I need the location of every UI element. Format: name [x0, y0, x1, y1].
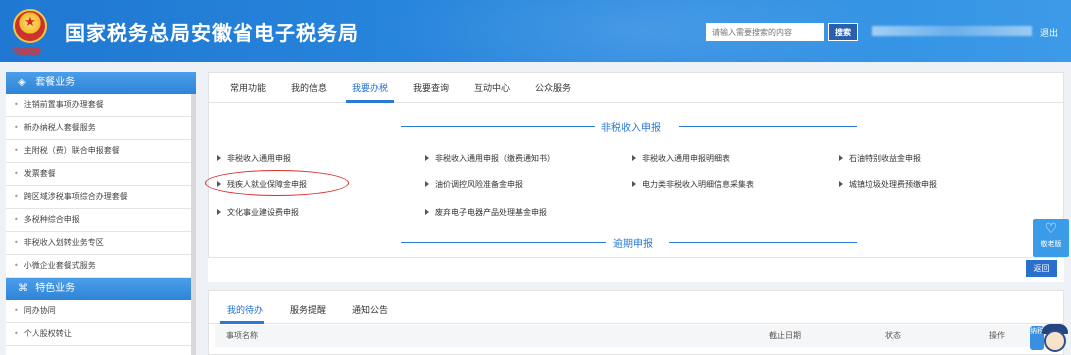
sidebar-item[interactable]: 注销前置事项办理套餐 — [6, 94, 196, 117]
sidebar-group-special[interactable]: ⌘ 特色业务 — [6, 278, 196, 300]
section-title-nontax: 非税收入申报 — [595, 119, 667, 134]
caret-right-icon — [425, 155, 429, 161]
user-info-redacted — [872, 26, 1032, 36]
tax-emblem-icon — [13, 9, 47, 43]
caret-right-icon — [632, 181, 636, 187]
sidebar-item[interactable]: 小微企业套餐式服务 — [6, 255, 196, 278]
caret-right-icon — [839, 181, 843, 187]
link-power-nontax[interactable]: 电力类非税收入明细信息采集表 — [632, 179, 754, 190]
logout-link[interactable]: 退出 — [1040, 26, 1058, 39]
link-nontax-general[interactable]: 非税收入通用申报 — [217, 153, 291, 164]
top-header: 中国税务 国家税务总局安徽省电子税务局 搜索 退出 — [0, 0, 1071, 62]
tab-tax-service[interactable]: 我要办税 — [352, 81, 388, 94]
section-title-overdue: 逾期申报 — [607, 235, 659, 250]
divider-line — [401, 126, 601, 127]
link-nontax-notice[interactable]: 非税收入通用申报（缴费通知书） — [425, 153, 555, 164]
layers-icon: ◈ — [18, 77, 26, 88]
table-header-row — [215, 325, 1057, 347]
caret-right-icon — [217, 155, 221, 161]
sidebar-item[interactable]: 跨区域涉税事项综合办理套餐 — [6, 186, 196, 209]
sidebar-item[interactable]: 主附税（费）联合申报套餐 — [6, 140, 196, 163]
sidebar-item[interactable]: 个人股权转让 — [6, 323, 196, 346]
sidebar-item[interactable]: 多税种综合申报 — [6, 209, 196, 232]
search-button[interactable]: 搜索 — [828, 23, 858, 41]
main-tabs: 常用功能 我的信息 我要办税 我要查询 互动中心 公众服务 — [209, 73, 1063, 103]
search-input[interactable] — [706, 23, 824, 41]
column-header-item: 事项名称 — [226, 331, 258, 340]
tabs-divider — [209, 323, 1063, 324]
sidebar-item[interactable]: 发票套餐 — [6, 163, 196, 186]
sidebar-scrollbar[interactable] — [191, 94, 196, 355]
caret-right-icon — [632, 155, 636, 161]
tab-my-info[interactable]: 我的信息 — [291, 81, 327, 94]
site-title: 国家税务总局安徽省电子税务局 — [65, 23, 359, 45]
tab-common[interactable]: 常用功能 — [230, 81, 266, 94]
tab-query[interactable]: 我要查询 — [413, 81, 449, 94]
divider-line — [669, 242, 857, 243]
tab-notice[interactable]: 通知公告 — [352, 303, 388, 316]
sidebar-group-package[interactable]: ◈ 套餐业务 — [6, 72, 196, 94]
active-tab-indicator — [346, 100, 394, 103]
link-oil-price-reserve[interactable]: 油价调控风险准备金申报 — [425, 179, 523, 190]
tab-public-service[interactable]: 公众服务 — [535, 81, 571, 94]
highlight-circle — [205, 170, 349, 196]
tab-my-todo[interactable]: 我的待办 — [227, 303, 263, 316]
sidebar-item[interactable]: 非税收入划转业务专区 — [6, 232, 196, 255]
link-oil-levy[interactable]: 石油特别收益金申报 — [839, 153, 921, 164]
back-button[interactable]: 返回 — [1026, 260, 1057, 277]
elderly-mode-button[interactable]: ♡ 敬老版 — [1033, 219, 1069, 257]
divider-line — [679, 126, 857, 127]
column-header-status: 状态 — [885, 331, 901, 340]
heart-shield-icon: ♡ — [1044, 221, 1058, 237]
grid-icon: ⌘ — [18, 283, 28, 294]
link-garbage-fee[interactable]: 城镇垃圾处理费预缴申报 — [839, 179, 937, 190]
tab-interaction[interactable]: 互动中心 — [474, 81, 510, 94]
assistant-mascot[interactable]: 纳税 — [1030, 322, 1070, 355]
link-nontax-detail[interactable]: 非税收入通用申报明细表 — [632, 153, 730, 164]
caret-right-icon — [425, 181, 429, 187]
elderly-mode-label: 敬老版 — [1040, 240, 1062, 248]
emblem-caption: 中国税务 — [12, 46, 41, 56]
column-header-deadline: 截止日期 — [769, 331, 801, 340]
tab-service-reminder[interactable]: 服务提醒 — [290, 303, 326, 316]
todo-panel: 我的待办 服务提醒 通知公告 事项名称 截止日期 状态 操作 — [208, 290, 1064, 355]
caret-right-icon — [425, 209, 429, 215]
divider-line — [401, 242, 606, 243]
back-bar — [208, 257, 1064, 282]
mascot-face-icon — [1044, 330, 1066, 352]
caret-right-icon — [839, 155, 843, 161]
sidebar-item[interactable]: 同办协同 — [6, 300, 196, 323]
column-header-action: 操作 — [989, 331, 1005, 340]
sidebar-group-label: 套餐业务 — [35, 77, 76, 88]
sidebar-group-label: 特色业务 — [35, 283, 76, 294]
link-ewaste-fund[interactable]: 废弃电子电器产品处理基金申报 — [425, 207, 547, 218]
caret-right-icon — [217, 209, 221, 215]
link-culture-fee[interactable]: 文化事业建设费申报 — [217, 207, 299, 218]
sidebar: ◈ 套餐业务 注销前置事项办理套餐 新办纳税人套餐服务 主附税（费）联合申报套餐… — [6, 72, 196, 355]
active-tab-indicator — [220, 321, 264, 324]
sidebar-item[interactable]: 新办纳税人套餐服务 — [6, 117, 196, 140]
